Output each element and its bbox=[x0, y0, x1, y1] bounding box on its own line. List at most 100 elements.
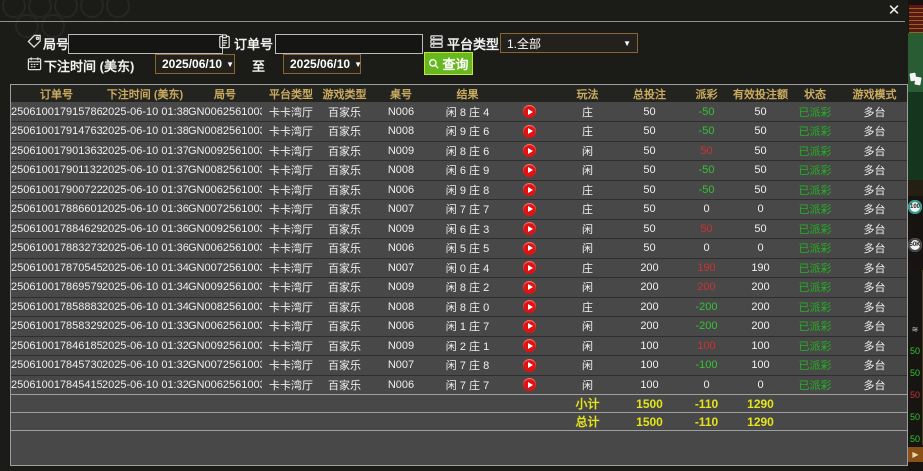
cell-result: 闲 9 庄 8 bbox=[445, 184, 490, 197]
cell-totalBet: 50 bbox=[643, 164, 656, 177]
cell-payout: 190 bbox=[697, 261, 716, 274]
cell-mode: 多台 bbox=[863, 301, 886, 314]
order-input[interactable] bbox=[275, 34, 423, 54]
subtotal-row-label: 小计 bbox=[575, 397, 600, 411]
replay-icon[interactable] bbox=[522, 202, 536, 216]
close-icon[interactable]: ✕ bbox=[884, 1, 904, 21]
replay-icon[interactable] bbox=[522, 280, 536, 294]
cell-tableNo: N006 bbox=[387, 183, 415, 196]
replay-icon[interactable] bbox=[522, 319, 536, 333]
cell-payout: 100 bbox=[697, 339, 716, 352]
cell-round: GN0082561003I bbox=[188, 300, 262, 313]
replay-icon[interactable] bbox=[522, 378, 536, 392]
cell-time: 2025-06-10 01:32:55 bbox=[102, 378, 188, 391]
col-platform: 平台类型 bbox=[269, 88, 313, 101]
cell-game: 百家乐 bbox=[328, 243, 361, 256]
date-from-picker[interactable]: 2025/06/10 ▼ bbox=[155, 54, 235, 74]
replay-icon[interactable] bbox=[522, 358, 536, 372]
cell-result: 闲 2 庄 1 bbox=[445, 340, 490, 353]
cell-status: 已派彩 bbox=[798, 379, 832, 392]
round-input[interactable] bbox=[68, 34, 223, 54]
cell-mode: 多台 bbox=[863, 360, 886, 373]
table-row: 2506100178454152025-06-10 01:32:55GN0062… bbox=[11, 375, 907, 395]
replay-icon[interactable] bbox=[522, 222, 536, 236]
subtotal-row-payout: -110 bbox=[694, 396, 719, 411]
cell-mode: 多台 bbox=[863, 340, 886, 353]
cell-play: 闲 bbox=[582, 243, 593, 256]
cell-replay bbox=[502, 258, 556, 278]
cell-order: 250610017901363 bbox=[11, 144, 102, 157]
platform-stack-icon bbox=[429, 34, 444, 49]
chevron-down-icon: ▼ bbox=[226, 59, 234, 69]
chip-50k[interactable]: 50K bbox=[908, 238, 922, 252]
cell-game: 百家乐 bbox=[328, 106, 361, 119]
tag-icon bbox=[27, 34, 42, 49]
replay-icon[interactable] bbox=[522, 163, 536, 177]
to-label: 至 bbox=[252, 59, 266, 74]
replay-icon[interactable] bbox=[522, 300, 536, 314]
background-game-strip: 100 50K ≋ 50 50 50 50 50 ▶ bbox=[908, 0, 923, 471]
cell-payout: 50 bbox=[700, 144, 713, 157]
cell-status: 已派彩 bbox=[798, 340, 832, 353]
cell-time: 2025-06-10 01:37:30 bbox=[102, 164, 188, 177]
cell-time: 2025-06-10 01:36:02 bbox=[102, 242, 188, 255]
cell-replay bbox=[502, 161, 556, 181]
cell-game: 百家乐 bbox=[328, 340, 361, 353]
cell-mode: 多台 bbox=[863, 243, 886, 256]
cell-payout: -50 bbox=[698, 164, 715, 177]
cell-mode: 多台 bbox=[863, 321, 886, 334]
spacer bbox=[11, 395, 556, 413]
cell-result: 闲 6 庄 3 bbox=[445, 223, 490, 236]
cell-totalBet: 200 bbox=[640, 281, 659, 294]
cell-replay bbox=[502, 278, 556, 298]
cell-mode: 多台 bbox=[863, 126, 886, 139]
cell-result: 闲 6 庄 9 bbox=[445, 165, 490, 178]
replay-icon[interactable] bbox=[522, 183, 536, 197]
cell-game: 百家乐 bbox=[328, 301, 361, 314]
background-banner bbox=[909, 5, 923, 33]
background-play-bar[interactable]: ▶ bbox=[908, 447, 923, 462]
chip-100[interactable]: 100 bbox=[908, 200, 922, 214]
cell-play: 庄 bbox=[582, 204, 593, 217]
cell-result: 闲 8 庄 0 bbox=[445, 301, 490, 314]
table-row: 2506100178705452025-06-10 01:34:58GN0072… bbox=[11, 258, 907, 278]
query-button[interactable]: 查询 bbox=[424, 52, 473, 75]
cell-play: 庄 bbox=[582, 106, 593, 119]
cell-mode: 多台 bbox=[863, 282, 886, 295]
table-row: 2506100178588832025-06-10 01:34:00GN0082… bbox=[11, 297, 907, 317]
cell-replay bbox=[502, 239, 556, 259]
cell-order: 250610017869579 bbox=[11, 281, 102, 294]
replay-icon[interactable] bbox=[522, 241, 536, 255]
cell-result: 闲 7 庄 8 bbox=[445, 360, 490, 373]
cell-valid: 200 bbox=[751, 281, 770, 294]
table-row: 2506100178695792025-06-10 01:34:53GN0092… bbox=[11, 277, 907, 298]
replay-icon[interactable] bbox=[522, 105, 536, 118]
cell-replay bbox=[502, 200, 556, 220]
date-to-picker[interactable]: 2025/06/10 ▼ bbox=[283, 54, 362, 74]
round-filter-label: 局号 bbox=[43, 37, 70, 52]
platform-select[interactable]: 1.全部 ▼ bbox=[500, 33, 638, 53]
clipboard-icon bbox=[217, 34, 232, 49]
table-row: 2506100178866012025-06-10 01:36:18GN0072… bbox=[11, 199, 907, 220]
spacer bbox=[788, 395, 907, 413]
cell-replay bbox=[502, 336, 556, 356]
cell-result: 闲 8 庄 2 bbox=[445, 282, 490, 295]
cell-order: 250610017858329 bbox=[11, 320, 102, 333]
replay-icon[interactable] bbox=[522, 124, 536, 138]
cell-tableNo: N008 bbox=[387, 125, 415, 138]
titlebar-divider bbox=[0, 21, 905, 22]
replay-icon[interactable] bbox=[522, 144, 536, 158]
cell-play: 闲 bbox=[582, 321, 593, 334]
platform-select-value: 1.全部 bbox=[507, 36, 542, 51]
cell-play: 闲 bbox=[582, 223, 593, 236]
bet-records-table-container: 订单号 下注时间 (美东) 局号 平台类型 游戏类型 桌号 结果 玩法 总投注 派彩 有效投注额 状态… bbox=[10, 84, 908, 466]
cell-tableNo: N009 bbox=[387, 144, 415, 157]
cell-play: 闲 bbox=[582, 360, 593, 373]
cell-valid: 0 bbox=[757, 378, 764, 391]
replay-icon[interactable] bbox=[522, 261, 536, 275]
replay-icon[interactable] bbox=[522, 339, 536, 353]
cell-payout: -50 bbox=[698, 125, 715, 138]
cell-order: 250610017845730 bbox=[11, 359, 102, 372]
cell-play: 闲 bbox=[582, 282, 593, 295]
cell-platform: 卡卡湾厅 bbox=[269, 165, 313, 178]
